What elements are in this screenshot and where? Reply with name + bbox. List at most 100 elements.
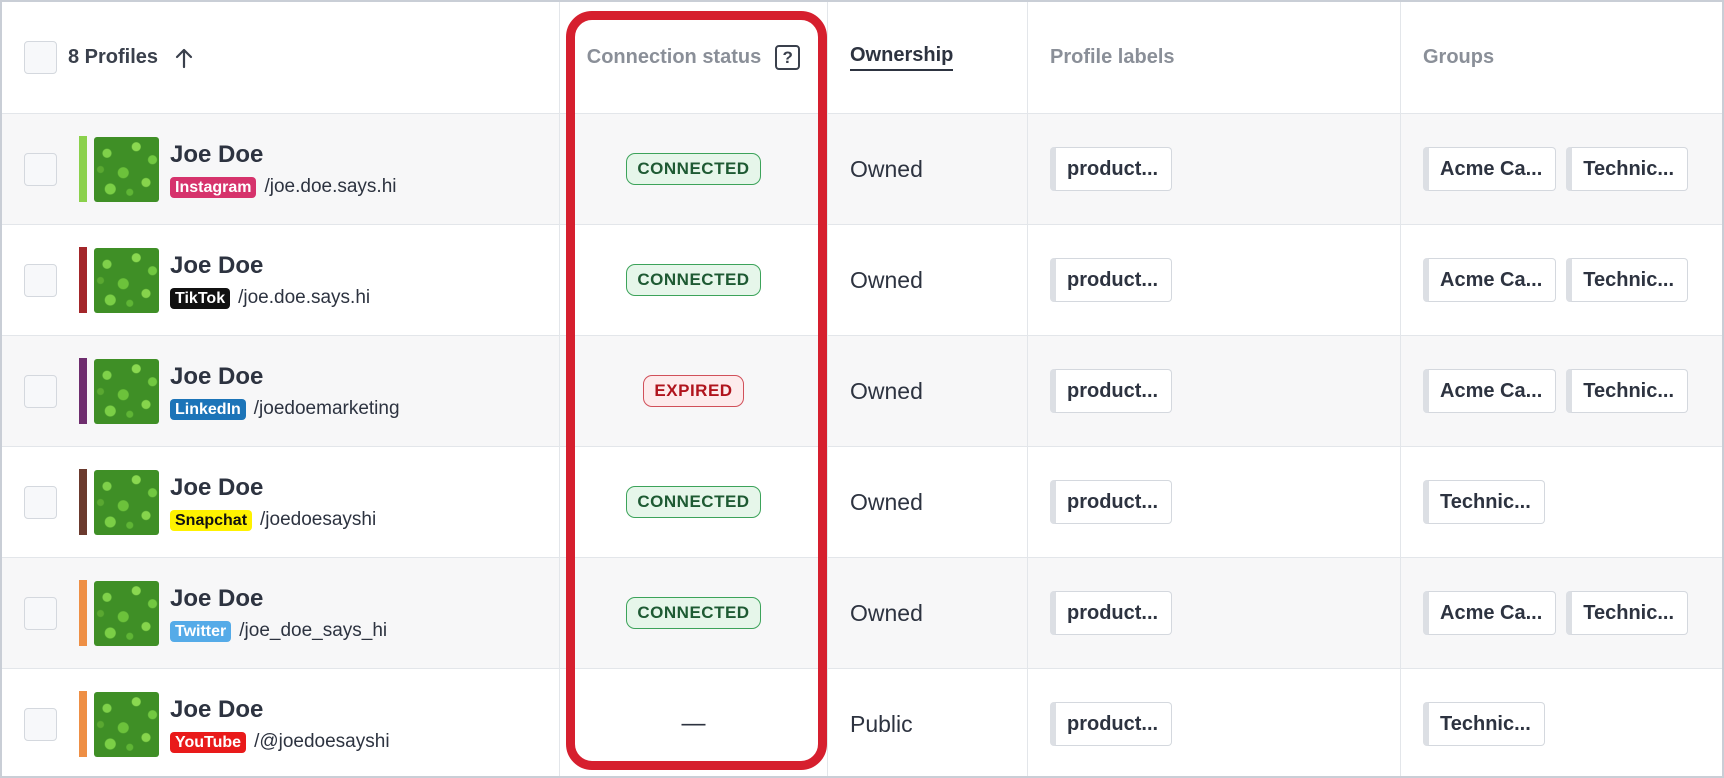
ownership-value: Public xyxy=(850,710,913,737)
avatar xyxy=(94,358,159,424)
group-chip[interactable]: Technic... xyxy=(1566,147,1689,191)
profile-color-accent xyxy=(79,691,87,757)
row-checkbox[interactable] xyxy=(24,485,57,519)
profile-name[interactable]: Joe Doe xyxy=(170,362,400,392)
profile-cell: Joe Doe TikTok /joe.doe.says.hi xyxy=(2,225,560,335)
profile-labels-cell: product... xyxy=(1028,225,1401,335)
profile-labels-cell: product... xyxy=(1028,447,1401,557)
table-row[interactable]: Joe Doe TikTok /joe.doe.says.hi CONNECTE… xyxy=(2,225,1722,336)
header-connection-status: Connection status ? xyxy=(560,2,828,113)
table-row[interactable]: Joe Doe Snapchat /joedoesayshi CONNECTED… xyxy=(2,447,1722,558)
avatar xyxy=(94,469,159,535)
connection-status-cell: CONNECTED xyxy=(560,447,828,557)
status-badge-connected: CONNECTED xyxy=(626,264,761,296)
avatar xyxy=(94,247,159,313)
profile-label-chip[interactable]: product... xyxy=(1050,702,1173,746)
group-chip[interactable]: Technic... xyxy=(1566,369,1689,413)
network-badge: TikTok xyxy=(170,287,231,309)
ownership-cell: Public xyxy=(828,669,1028,776)
ownership-cell: Owned xyxy=(828,447,1028,557)
profile-name[interactable]: Joe Doe xyxy=(170,140,397,170)
group-chip[interactable]: Acme Ca... xyxy=(1423,147,1557,191)
profile-network-line: Snapchat /joedoesayshi xyxy=(170,509,376,531)
table-row[interactable]: Joe Doe YouTube /@joedoesayshi — Public … xyxy=(2,669,1722,776)
profile-name[interactable]: Joe Doe xyxy=(170,584,387,614)
groups-header[interactable]: Groups xyxy=(1423,46,1494,69)
group-chip[interactable]: Technic... xyxy=(1566,258,1689,302)
profile-name[interactable]: Joe Doe xyxy=(170,251,370,281)
group-chip[interactable]: Acme Ca... xyxy=(1423,369,1557,413)
connection-status-cell: CONNECTED xyxy=(560,114,828,224)
profile-label-chip[interactable]: product... xyxy=(1050,369,1173,413)
table-row[interactable]: Joe Doe LinkedIn /joedoemarketing EXPIRE… xyxy=(2,336,1722,447)
table-header: 8 Profiles Connection status ? Ownership… xyxy=(2,2,1722,114)
profile-labels-header[interactable]: Profile labels xyxy=(1050,46,1175,69)
profile-info: Joe Doe Snapchat /joedoesayshi xyxy=(170,473,376,531)
ownership-header[interactable]: Ownership xyxy=(850,44,954,71)
profile-labels-cell: product... xyxy=(1028,669,1401,776)
profile-name[interactable]: Joe Doe xyxy=(170,695,390,725)
select-all-checkbox[interactable] xyxy=(24,41,57,74)
ownership-cell: Owned xyxy=(828,114,1028,224)
group-chip[interactable]: Technic... xyxy=(1566,591,1689,635)
avatar xyxy=(94,580,159,646)
connection-status-header[interactable]: Connection status xyxy=(587,46,761,69)
row-checkbox[interactable] xyxy=(24,374,57,408)
profile-info: Joe Doe YouTube /@joedoesayshi xyxy=(170,695,390,753)
ownership-cell: Owned xyxy=(828,225,1028,335)
profile-name[interactable]: Joe Doe xyxy=(170,473,376,503)
profile-labels-cell: product... xyxy=(1028,558,1401,668)
group-chip[interactable]: Acme Ca... xyxy=(1423,258,1557,302)
profile-label-chip[interactable]: product... xyxy=(1050,147,1173,191)
profile-info: Joe Doe LinkedIn /joedoemarketing xyxy=(170,362,400,420)
profile-label-chip[interactable]: product... xyxy=(1050,258,1173,302)
network-badge: Snapchat xyxy=(170,509,253,531)
header-profiles: 8 Profiles xyxy=(2,2,560,113)
table-row[interactable]: Joe Doe Twitter /joe_doe_says_hi CONNECT… xyxy=(2,558,1722,669)
avatar xyxy=(94,691,159,757)
group-chip[interactable]: Acme Ca... xyxy=(1423,591,1557,635)
groups-cell: Acme Ca... Technic... xyxy=(1401,114,1722,224)
groups-cell: Technic... xyxy=(1401,669,1722,776)
network-badge: Instagram xyxy=(170,176,257,198)
profiles-table: 8 Profiles Connection status ? Ownership… xyxy=(0,0,1724,778)
groups-cell: Acme Ca... Technic... xyxy=(1401,225,1722,335)
question-icon[interactable]: ? xyxy=(775,45,801,70)
ownership-value: Owned xyxy=(850,599,923,626)
profile-handle: /@joedoesayshi xyxy=(254,731,390,752)
profile-cell: Joe Doe Instagram /joe.doe.says.hi xyxy=(2,114,560,224)
row-checkbox[interactable] xyxy=(24,707,57,741)
row-checkbox[interactable] xyxy=(24,152,57,186)
profile-label-chip[interactable]: product... xyxy=(1050,480,1173,524)
profiles-count[interactable]: 8 Profiles xyxy=(68,46,158,69)
profile-handle: /joedoesayshi xyxy=(260,509,377,530)
profile-info: Joe Doe Instagram /joe.doe.says.hi xyxy=(170,140,397,198)
profile-network-line: YouTube /@joedoesayshi xyxy=(170,731,390,753)
arrow-up-icon[interactable] xyxy=(174,47,194,69)
connection-status-cell: CONNECTED xyxy=(560,558,828,668)
table-row[interactable]: Joe Doe Instagram /joe.doe.says.hi CONNE… xyxy=(2,114,1722,225)
group-chip[interactable]: Technic... xyxy=(1423,702,1545,746)
groups-cell: Technic... xyxy=(1401,447,1722,557)
row-checkbox[interactable] xyxy=(24,263,57,297)
status-badge-connected: CONNECTED xyxy=(626,597,761,629)
profile-handle: /joe_doe_says_hi xyxy=(239,620,388,641)
ownership-value: Owned xyxy=(850,266,923,293)
ownership-value: Owned xyxy=(850,377,923,404)
network-badge: YouTube xyxy=(170,731,247,753)
row-checkbox[interactable] xyxy=(24,596,57,630)
profile-cell: Joe Doe Snapchat /joedoesayshi xyxy=(2,447,560,557)
profile-color-accent xyxy=(79,469,87,535)
profile-color-accent xyxy=(79,580,87,646)
profile-cell: Joe Doe LinkedIn /joedoemarketing xyxy=(2,336,560,446)
profile-handle: /joe.doe.says.hi xyxy=(238,287,371,308)
group-chip[interactable]: Technic... xyxy=(1423,480,1545,524)
profile-handle: /joe.doe.says.hi xyxy=(264,176,397,197)
profile-cell: Joe Doe Twitter /joe_doe_says_hi xyxy=(2,558,560,668)
profile-label-chip[interactable]: product... xyxy=(1050,591,1173,635)
ownership-value: Owned xyxy=(850,488,923,515)
status-badge-connected: CONNECTED xyxy=(626,153,761,185)
profile-network-line: LinkedIn /joedoemarketing xyxy=(170,398,400,420)
groups-cell: Acme Ca... Technic... xyxy=(1401,558,1722,668)
header-groups: Groups xyxy=(1401,2,1722,113)
